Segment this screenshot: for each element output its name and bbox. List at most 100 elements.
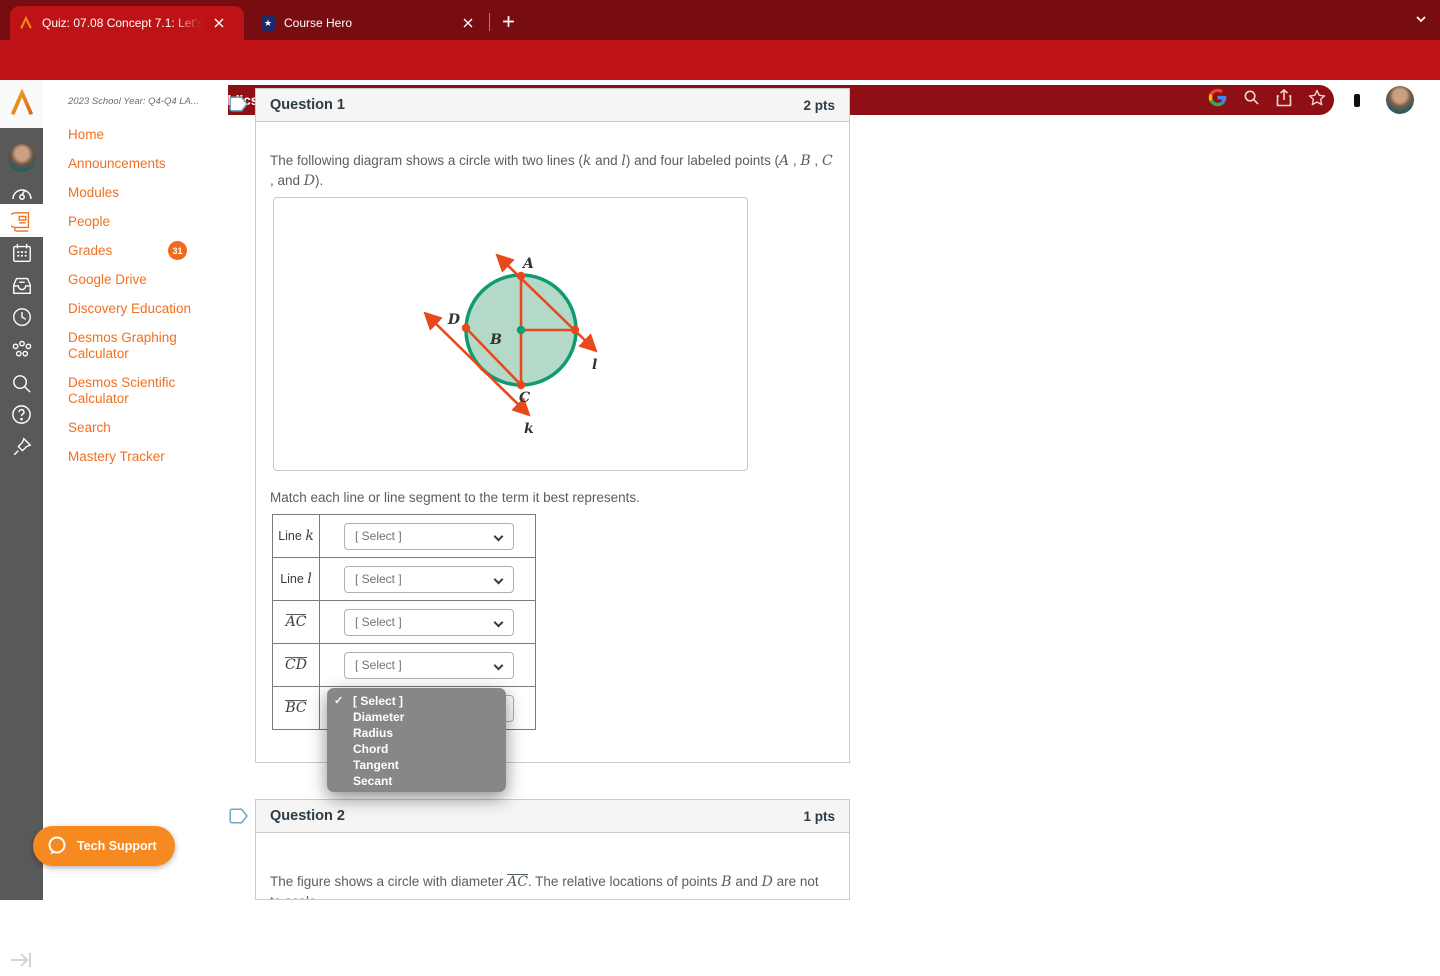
tab-course-hero[interactable]: ★ Course Hero [252, 6, 484, 40]
help-icon[interactable] [0, 401, 43, 427]
browser-menu-icon[interactable] [1428, 91, 1432, 109]
chat-bubble-icon [48, 836, 66, 855]
question-2-text: The figure shows a circle with diameter … [270, 874, 819, 899]
bookmark-star-icon[interactable] [1308, 89, 1326, 112]
sidebar-item-home[interactable]: Home [68, 127, 218, 143]
question-1-text: The following diagram shows a circle wit… [270, 153, 833, 189]
chevron-down-icon [493, 531, 504, 541]
sidebar-item-discovery-education[interactable]: Discovery Education [68, 301, 218, 317]
label-k: k [524, 421, 534, 437]
select-segment-cd[interactable]: [ Select ] [344, 651, 514, 679]
label-b: B [489, 332, 502, 348]
row-label-line-l: Line l [272, 557, 320, 601]
label-a: A [521, 256, 534, 272]
tab-search-chevron-icon[interactable] [1414, 12, 1428, 31]
select-line-l[interactable]: [ Select ] [344, 565, 514, 593]
close-icon[interactable] [211, 15, 227, 31]
question-2-card: Question 2 1 pts The figure shows a circ… [255, 799, 850, 900]
history-clock-icon[interactable] [0, 304, 43, 330]
row-label-segment-bc: BC [272, 686, 320, 730]
calendar-icon[interactable] [0, 240, 43, 266]
grades-label: Grades [68, 243, 113, 258]
row-label-segment-ac: AC [272, 600, 320, 644]
menu-item-secant[interactable]: Secant [327, 773, 506, 789]
courses-icon[interactable] [0, 204, 43, 237]
question-2-header: Question 2 1 pts [256, 800, 849, 833]
sidebar-item-modules[interactable]: Modules [68, 185, 218, 201]
menu-item-radius[interactable]: Radius [327, 725, 506, 741]
point-d [461, 323, 471, 333]
chevron-down-icon [493, 617, 504, 627]
sidebar-item-people[interactable]: People [68, 214, 218, 230]
table-row: AC [ Select ] [272, 600, 536, 644]
tech-support-label: Tech Support [77, 839, 157, 853]
sidebar-item-desmos-graphing[interactable]: Desmos Graphing Calculator [68, 330, 218, 362]
menu-item-tangent[interactable]: Tangent [327, 757, 506, 773]
sidebar-item-desmos-scientific[interactable]: Desmos Scientific Calculator [68, 375, 218, 407]
course-term-title: 2023 School Year: Q4-Q4 LA... [68, 96, 199, 107]
global-nav-strip [0, 80, 43, 967]
question-1-flag-icon[interactable] [229, 95, 249, 113]
zoom-search-icon[interactable] [1243, 89, 1260, 111]
sidebar-item-grades[interactable]: Grades 31 [68, 241, 218, 260]
question-1-card: Question 1 2 pts The following diagram s… [255, 88, 850, 763]
close-icon[interactable] [460, 15, 476, 31]
question-title: Question 2 [270, 808, 345, 824]
label-l: l [592, 357, 597, 373]
school-logo[interactable] [0, 80, 43, 128]
side-panel-icon[interactable] [1352, 91, 1372, 109]
menu-item-select[interactable]: ✓[ Select ] [327, 693, 506, 709]
question-points: 2 pts [803, 97, 835, 113]
browser-tab-strip: Quiz: 07.08 Concept 7.1: Let's ★ Course … [0, 0, 1440, 40]
sidebar-item-google-drive[interactable]: Google Drive [68, 272, 218, 288]
new-tab-button[interactable] [498, 11, 518, 31]
sidebar-item-mastery-tracker[interactable]: Mastery Tracker [68, 449, 218, 465]
point-c [516, 380, 526, 390]
table-row: CD [ Select ] [272, 643, 536, 687]
menu-item-diameter[interactable]: Diameter [327, 709, 506, 725]
browser-toolbar: springfieldpublicschools.instructure.com… [0, 40, 1440, 115]
label-c: C [519, 390, 530, 406]
question-title: Question 1 [270, 97, 345, 113]
achieve-logo-favicon [18, 15, 34, 31]
circle-diagram: A B C D l k [273, 197, 748, 471]
question-2-flag-icon[interactable] [229, 807, 249, 825]
user-avatar[interactable] [0, 143, 43, 173]
label-d: D [447, 312, 461, 328]
sidebar-item-search[interactable]: Search [68, 420, 218, 436]
expand-nav-icon[interactable] [8, 949, 38, 973]
tab-quiz[interactable]: Quiz: 07.08 Concept 7.1: Let's [10, 6, 244, 40]
question-1-header: Question 1 2 pts [256, 89, 849, 122]
check-icon: ✓ [334, 695, 344, 707]
course-navigation: 2023 School Year: Q4-Q4 LA... Home Annou… [43, 80, 228, 900]
question-points: 1 pts [803, 808, 835, 824]
chevron-down-icon [493, 574, 504, 584]
chevron-down-icon [493, 660, 504, 670]
sidebar-item-announcements[interactable]: Announcements [68, 156, 218, 172]
point-a [516, 271, 526, 281]
point-l-intersection [570, 325, 580, 335]
google-g-icon[interactable] [1208, 88, 1227, 112]
tab-title: Course Hero [284, 16, 353, 30]
tech-support-button[interactable]: Tech Support [33, 826, 175, 866]
row-label-segment-cd: CD [272, 643, 320, 687]
grades-count-badge: 31 [168, 241, 187, 260]
tab-separator [489, 13, 490, 31]
table-row: Line k [ Select ] [272, 514, 536, 558]
pin-icon[interactable] [0, 434, 43, 460]
search-icon[interactable] [0, 370, 43, 396]
open-select-menu: ✓[ Select ] Diameter Radius Chord Tangen… [327, 688, 506, 792]
inbox-icon[interactable] [0, 272, 43, 298]
row-label-line-k: Line k [272, 514, 320, 558]
dashboard-icon[interactable] [0, 180, 43, 206]
course-hero-favicon: ★ [260, 15, 276, 31]
share-icon[interactable] [1276, 88, 1292, 112]
profile-avatar[interactable] [1386, 86, 1414, 114]
select-segment-ac[interactable]: [ Select ] [344, 608, 514, 636]
point-b-center [516, 325, 526, 335]
table-row: Line l [ Select ] [272, 557, 536, 601]
menu-item-chord[interactable]: Chord [327, 741, 506, 757]
commons-icon[interactable] [0, 337, 43, 363]
tab-title: Quiz: 07.08 Concept 7.1: Let's [42, 16, 204, 30]
select-line-k[interactable]: [ Select ] [344, 522, 514, 550]
